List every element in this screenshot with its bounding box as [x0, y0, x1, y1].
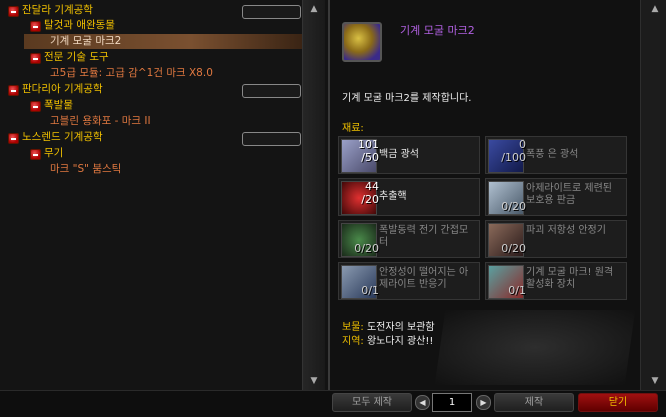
- subcategory-label: 무기: [44, 147, 64, 159]
- subcategory-row[interactable]: 무기: [30, 146, 64, 161]
- scroll-up-icon[interactable]: ▲: [308, 4, 320, 14]
- category-label: 잔달라 기계공학: [22, 4, 93, 16]
- reagent-count: 0/1: [508, 284, 526, 297]
- reagent-slot[interactable]: 0/1 안정성이 떨어지는 아제라이트 반응기: [338, 262, 480, 300]
- collapse-icon[interactable]: [30, 149, 41, 160]
- recipe-label: 마크 "S" 붐스틱: [50, 163, 122, 175]
- reagent-slot[interactable]: 0/20 아제라이트로 제련된 보호용 판금: [485, 178, 627, 216]
- reagent-slot[interactable]: 101 /50 백금 광석: [338, 136, 480, 174]
- skill-bar: [242, 5, 301, 19]
- reagent-count: 0/20: [354, 242, 379, 255]
- reagent-name: 백금 광석: [379, 149, 419, 160]
- subcategory-label: 탈것과 애완동물: [44, 19, 115, 31]
- skill-bar: [242, 84, 301, 98]
- reagent-slot[interactable]: 0/1 기계 모굴 마크! 원격 활성화 장치: [485, 262, 627, 300]
- reagent-slot[interactable]: 0 /100 폭풍 은 광석: [485, 136, 627, 174]
- reagent-name: 기계 모굴 마크! 원격 활성화 장치: [526, 267, 614, 290]
- reagent-count: 0/20: [501, 200, 526, 213]
- reagent-count: 44 /20: [361, 180, 379, 206]
- create-all-button[interactable]: 모두 제작: [332, 393, 412, 412]
- reagents-label: 재료:: [342, 123, 364, 134]
- category-row[interactable]: 노스렌드 기계공학: [8, 130, 103, 145]
- subcategory-row[interactable]: 폭발물: [30, 98, 73, 113]
- source-key: 보물:: [342, 322, 364, 333]
- gnome-mech-icon[interactable]: [342, 22, 382, 62]
- reagent-count: 101 /50: [358, 138, 379, 164]
- recipe-row[interactable]: 고블린 용화포 - 마크 II: [50, 114, 151, 129]
- close-button[interactable]: 닫기: [578, 393, 658, 412]
- reagent-count: 0 /100: [501, 138, 526, 164]
- recipe-row[interactable]: 기계 모굴 마크2: [50, 34, 121, 49]
- recipe-source: 보물: 도전자의 보관함 지역: 왕노다지 광산!!: [342, 321, 435, 349]
- reagent-name: 아제라이트로 제련된 보호용 판금: [526, 183, 612, 206]
- collapse-icon[interactable]: [8, 133, 19, 144]
- subcategory-row[interactable]: 전문 기술 도구: [30, 50, 109, 65]
- decrement-icon[interactable]: ◀: [415, 395, 430, 410]
- source-value: 도전자의 보관함: [366, 322, 435, 333]
- collapse-icon[interactable]: [30, 53, 41, 64]
- create-button[interactable]: 제작: [494, 393, 574, 412]
- collapse-icon[interactable]: [8, 85, 19, 96]
- increment-icon[interactable]: ▶: [476, 395, 491, 410]
- recipe-label: 기계 모굴 마크2: [50, 35, 122, 47]
- scroll-up-icon[interactable]: ▲: [649, 4, 661, 14]
- quantity-input[interactable]: 1: [432, 393, 472, 412]
- recipe-title: 기계 모굴 마크2: [400, 24, 475, 37]
- scroll-down-icon[interactable]: ▼: [649, 376, 661, 386]
- category-label: 노스렌드 기계공학: [22, 131, 103, 143]
- reagent-slot[interactable]: 0/20 폭발동력 전기 간접모터: [338, 220, 480, 258]
- collapse-icon[interactable]: [30, 21, 41, 32]
- recipe-label: 고블린 용화포 - 마크 II: [50, 115, 151, 127]
- recipe-row[interactable]: 마크 "S" 붐스틱: [50, 162, 121, 177]
- category-row[interactable]: 잔달라 기계공학: [8, 3, 93, 18]
- collapse-icon[interactable]: [8, 6, 19, 17]
- category-row[interactable]: 판다리아 기계공학: [8, 82, 103, 97]
- recipe-list-scrollbar[interactable]: ▲ ▼: [302, 0, 325, 390]
- detail-scrollbar[interactable]: ▲ ▼: [640, 0, 666, 390]
- collapse-icon[interactable]: [30, 101, 41, 112]
- parchment-background: [434, 310, 636, 385]
- reagent-name: 폭풍 은 광석: [526, 149, 579, 160]
- recipe-list-panel: 잔달라 기계공학 탈것과 애완동물 기계 모굴 마크2 전문 기술 도구 고5급…: [0, 0, 325, 390]
- reagent-count: 0/20: [501, 242, 526, 255]
- source-value: 왕노다지 광산!!: [366, 336, 434, 347]
- source-key: 지역:: [342, 336, 364, 347]
- subcategory-row[interactable]: 탈것과 애완동물: [30, 18, 115, 33]
- reagent-slot[interactable]: 44 /20 추출핵: [338, 178, 480, 216]
- reagent-name: 파괴 저항성 안정기: [526, 225, 606, 236]
- recipe-description: 기계 모굴 마크2를 제작합니다.: [342, 93, 472, 104]
- recipe-label: 고5급 모듈: 고급 감^1건 마크 X8.0: [50, 67, 213, 79]
- scroll-down-icon[interactable]: ▼: [308, 376, 320, 386]
- skill-bar: [242, 132, 301, 146]
- reagent-name: 폭발동력 전기 간접모터: [379, 225, 469, 248]
- reagent-count: 0/1: [361, 284, 379, 297]
- reagent-name: 추출핵: [379, 191, 407, 202]
- profession-window: 잔달라 기계공학 탈것과 애완동물 기계 모굴 마크2 전문 기술 도구 고5급…: [0, 0, 666, 417]
- recipe-row[interactable]: 고5급 모듈: 고급 감^1건 마크 X8.0: [50, 66, 213, 81]
- subcategory-label: 전문 기술 도구: [44, 51, 109, 63]
- reagent-slot[interactable]: 0/20 파괴 저항성 안정기: [485, 220, 627, 258]
- category-label: 판다리아 기계공학: [22, 83, 103, 95]
- reagent-name: 안정성이 떨어지는 아제라이트 반응기: [379, 267, 469, 290]
- subcategory-label: 폭발물: [44, 99, 73, 111]
